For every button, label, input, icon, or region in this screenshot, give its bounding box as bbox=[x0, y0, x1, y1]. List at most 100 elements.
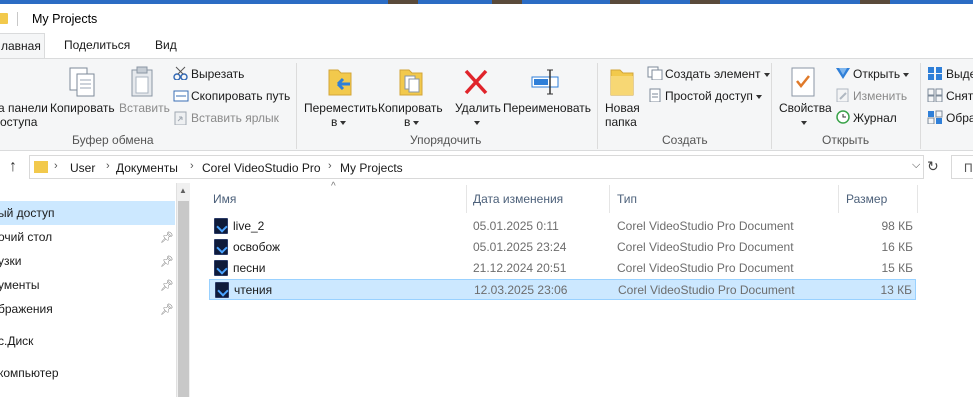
paste-shortcut-button[interactable]: Вставить ярлык bbox=[191, 111, 279, 125]
chevron-down-icon[interactable]: ⌵ bbox=[912, 159, 920, 172]
sidebar-item-quick-access[interactable]: ый доступ bbox=[0, 206, 54, 220]
sidebar-item-pictures[interactable]: бражения bbox=[0, 302, 53, 316]
file-date: 12.03.2025 23:06 bbox=[474, 283, 568, 297]
rename-button[interactable]: Переименовать bbox=[503, 101, 591, 115]
chevron-right-icon[interactable]: › bbox=[106, 160, 110, 172]
folder-icon bbox=[34, 161, 48, 173]
pin-icon: 📌︎ bbox=[160, 232, 174, 244]
address-bar[interactable]: › User › Документы › Corel VideoStudio P… bbox=[29, 155, 924, 179]
tab-home[interactable]: лавная bbox=[0, 33, 45, 58]
open-button[interactable]: Открыть bbox=[853, 67, 910, 81]
column-header-type[interactable]: Тип bbox=[617, 192, 637, 206]
column-divider[interactable] bbox=[466, 185, 467, 213]
select-none-button[interactable]: Снят bbox=[946, 89, 973, 103]
group-divider bbox=[597, 63, 598, 149]
properties-icon bbox=[791, 67, 815, 97]
sidebar-item-desktop[interactable]: очий стол bbox=[0, 230, 52, 244]
chevron-right-icon[interactable]: › bbox=[54, 160, 58, 172]
pin-icon: 📌︎ bbox=[160, 304, 174, 316]
chevron-down-icon[interactable] bbox=[474, 121, 480, 125]
scroll-up-icon[interactable]: ▲ bbox=[179, 186, 187, 195]
column-divider[interactable] bbox=[609, 185, 610, 213]
edit-button[interactable]: Изменить bbox=[853, 89, 907, 103]
rename-icon bbox=[531, 69, 559, 95]
copy-icon bbox=[69, 67, 95, 97]
move-to-button[interactable]: Переместить bbox=[304, 101, 378, 115]
pin-icon: 📌︎ bbox=[160, 256, 174, 268]
paste-button[interactable]: Вставить bbox=[119, 101, 170, 115]
file-name: чтения bbox=[234, 283, 273, 297]
file-name: освобож bbox=[233, 240, 281, 254]
new-item-button[interactable]: Создать элемент bbox=[665, 67, 770, 81]
chevron-down-icon bbox=[755, 94, 762, 99]
file-row[interactable]: live_2 05.01.2025 0:11 Corel VideoStudio… bbox=[209, 216, 916, 237]
search-input[interactable]: П bbox=[951, 155, 973, 179]
copy-button[interactable]: Копировать bbox=[50, 101, 115, 115]
chevron-down-icon bbox=[763, 72, 770, 77]
copy-to-button[interactable]: Копировать bbox=[378, 101, 443, 115]
refresh-icon[interactable]: ↻ bbox=[927, 158, 939, 175]
sidebar-scrollbar[interactable]: ▲ bbox=[176, 183, 190, 397]
copy-to-label: в bbox=[404, 115, 411, 129]
column-divider[interactable] bbox=[917, 185, 918, 213]
scrollbar-thumb[interactable] bbox=[178, 201, 189, 397]
column-divider[interactable] bbox=[838, 185, 839, 213]
file-row-selected[interactable]: чтения 12.03.2025 23:06 Corel VideoStudi… bbox=[209, 279, 916, 300]
properties-button[interactable]: Свойства bbox=[779, 101, 832, 115]
column-header-name[interactable]: Имя bbox=[213, 192, 236, 206]
file-row[interactable]: песни 21.12.2024 20:51 Corel VideoStudio… bbox=[209, 258, 916, 279]
up-arrow-icon[interactable]: ↑ bbox=[9, 158, 25, 176]
sidebar-item-documents[interactable]: ументы bbox=[0, 278, 40, 292]
open-icon bbox=[836, 68, 850, 79]
paste-icon bbox=[131, 66, 153, 97]
group-label-new: Создать bbox=[662, 133, 708, 147]
invert-selection-button[interactable]: Обра bbox=[946, 111, 973, 125]
file-date: 21.12.2024 20:51 bbox=[473, 261, 567, 275]
file-list: ^ Имя Дата изменения Тип Размер live_2 0… bbox=[191, 181, 973, 397]
breadcrumb-corel[interactable]: Corel VideoStudio Pro bbox=[202, 161, 321, 175]
sidebar-item-yandex-disk[interactable]: с.Диск bbox=[0, 334, 33, 348]
easy-access-button[interactable]: Простой доступ bbox=[665, 89, 762, 103]
new-folder-button-line2[interactable]: папка bbox=[605, 115, 637, 129]
select-all-button[interactable]: Выде bbox=[946, 67, 973, 81]
copy-path-icon bbox=[173, 90, 189, 102]
navigation-pane: ый доступ очий стол 📌︎ узки 📌︎ ументы 📌︎… bbox=[0, 183, 190, 397]
delete-button[interactable]: Удалить bbox=[455, 101, 501, 115]
easy-access-icon bbox=[649, 88, 661, 102]
chevron-right-icon[interactable]: › bbox=[190, 160, 194, 172]
ribbon: а панели оступа Копировать Вставить Выре… bbox=[0, 58, 973, 151]
chevron-right-icon[interactable]: › bbox=[328, 160, 332, 172]
breadcrumb-documents[interactable]: Документы bbox=[116, 161, 178, 175]
copy-to-button-line2[interactable]: в bbox=[404, 115, 420, 129]
tab-share[interactable]: Поделиться bbox=[64, 33, 130, 58]
history-button[interactable]: Журнал bbox=[853, 111, 897, 125]
file-type: Corel VideoStudio Pro Document bbox=[617, 261, 794, 275]
chevron-down-icon[interactable] bbox=[801, 121, 807, 125]
copy-path-button[interactable]: Скопировать путь bbox=[191, 89, 290, 103]
sidebar-item-downloads[interactable]: узки bbox=[0, 254, 21, 268]
navigation-bar: ↑ › User › Документы › Corel VideoStudio… bbox=[0, 153, 973, 181]
copy-to-icon bbox=[399, 69, 423, 96]
videostudio-file-icon bbox=[214, 239, 228, 255]
cut-button[interactable]: Вырезать bbox=[191, 67, 244, 81]
column-header-date[interactable]: Дата изменения bbox=[473, 192, 563, 206]
pin-icon: 📌︎ bbox=[160, 280, 174, 292]
file-size: 15 КБ bbox=[881, 261, 913, 275]
new-item-icon bbox=[647, 66, 663, 80]
file-row[interactable]: освобож 05.01.2025 23:24 Corel VideoStud… bbox=[209, 237, 916, 258]
pin-quick-access-label-2[interactable]: оступа bbox=[0, 115, 37, 129]
history-icon bbox=[836, 110, 850, 124]
pin-quick-access-label[interactable]: а панели bbox=[0, 101, 48, 115]
breadcrumb-user[interactable]: User bbox=[70, 161, 95, 175]
new-folder-button[interactable]: Новая bbox=[605, 101, 640, 115]
title-bar: My Projects bbox=[0, 4, 973, 32]
videostudio-file-icon bbox=[214, 218, 228, 234]
tab-view[interactable]: Вид bbox=[155, 33, 177, 58]
delete-icon bbox=[464, 69, 488, 95]
file-name: песни bbox=[233, 261, 266, 275]
group-divider bbox=[296, 63, 297, 149]
breadcrumb-my-projects[interactable]: My Projects bbox=[340, 161, 403, 175]
sidebar-item-this-pc[interactable]: компьютер bbox=[0, 366, 59, 380]
move-to-button-line2[interactable]: в bbox=[331, 115, 347, 129]
column-header-size[interactable]: Размер bbox=[846, 192, 887, 206]
